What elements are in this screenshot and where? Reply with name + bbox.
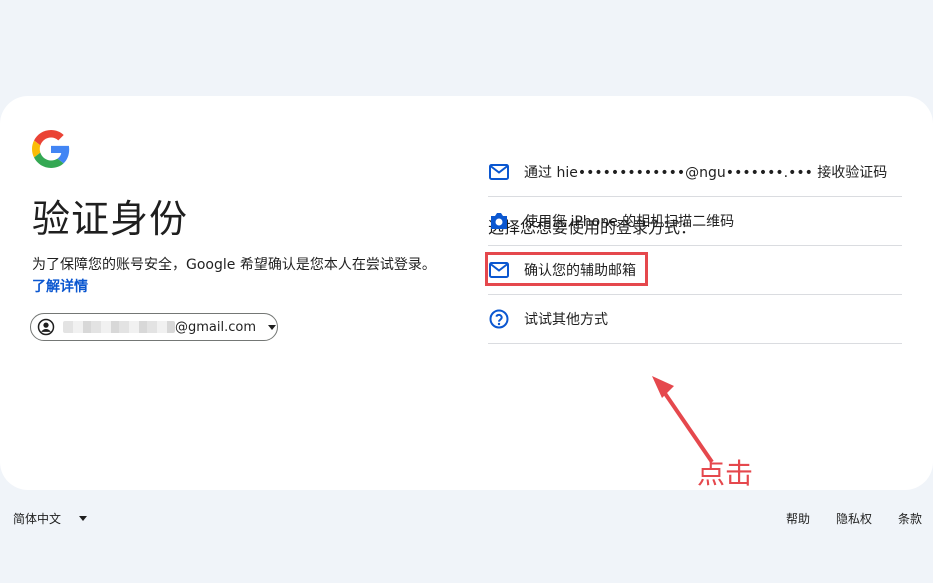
method-label: 使用您 iPhone 的相机扫描二维码 — [524, 214, 735, 230]
camera-icon — [488, 210, 510, 232]
chevron-down-icon — [79, 516, 88, 521]
method-scan-qr[interactable]: 使用您 iPhone 的相机扫描二维码 — [488, 197, 902, 246]
account-circle-icon — [37, 318, 55, 336]
language-selector[interactable]: 简体中文 — [13, 510, 88, 527]
mail-icon — [488, 259, 510, 281]
method-try-another[interactable]: 试试其他方式 — [488, 295, 902, 344]
terms-link[interactable]: 条款 — [898, 510, 922, 527]
page-description: 为了保障您的账号安全，Google 希望确认是您本人在尝试登录。 — [32, 257, 436, 273]
mail-icon — [488, 161, 510, 183]
method-email-code[interactable]: 通过 hie•••••••••••••@ngu•••••••.••• 接收验证码 — [488, 148, 902, 197]
chevron-down-icon — [268, 324, 277, 330]
method-confirm-recovery-email[interactable]: 确认您的辅助邮箱 — [485, 246, 902, 295]
help-icon — [488, 308, 510, 330]
method-list: 通过 hie•••••••••••••@ngu•••••••.••• 接收验证码… — [485, 148, 902, 344]
google-logo-icon — [32, 130, 70, 168]
account-email: @gmail.com — [175, 319, 257, 335]
redacted-username — [63, 321, 175, 333]
account-chip[interactable]: @gmail.com — [30, 313, 278, 341]
method-label: 试试其他方式 — [524, 312, 608, 328]
learn-more-link[interactable]: 了解详情 — [32, 276, 88, 296]
language-label: 简体中文 — [13, 512, 62, 526]
annotation-label: 点击 — [697, 457, 754, 490]
method-label: 通过 hie•••••••••••••@ngu•••••••.••• 接收验证码 — [524, 165, 888, 181]
privacy-link[interactable]: 隐私权 — [836, 510, 872, 527]
page-title: 验证身份 — [32, 197, 189, 241]
method-label: 确认您的辅助邮箱 — [524, 263, 636, 279]
help-link[interactable]: 帮助 — [786, 510, 810, 527]
